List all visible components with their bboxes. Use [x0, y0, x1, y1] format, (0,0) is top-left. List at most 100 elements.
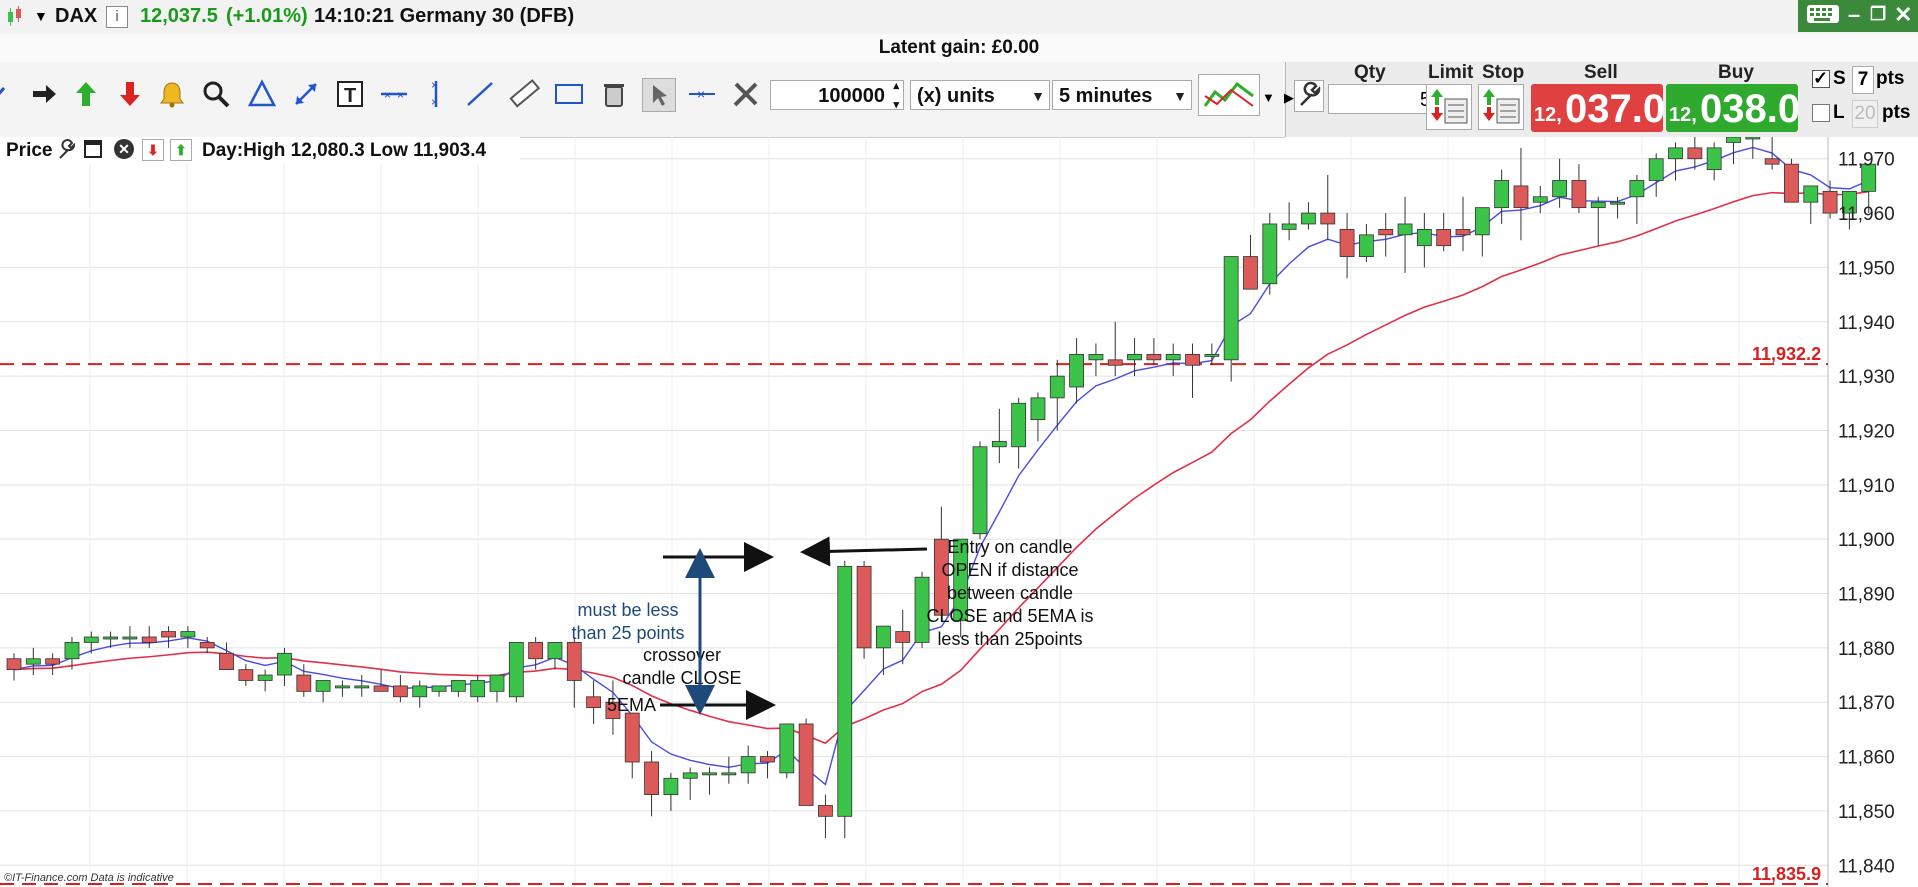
pointer-icon[interactable] [642, 78, 676, 112]
panel-arrow-icon[interactable]: ▶ [1284, 90, 1294, 106]
wrench-icon[interactable] [1294, 80, 1324, 112]
candle-body [508, 642, 524, 698]
candle-body [1223, 256, 1239, 361]
price-level-label: 11,932.2 [1752, 344, 1821, 364]
candle-body [354, 685, 370, 689]
arrow-down-icon[interactable] [114, 78, 146, 110]
arrow-entry [800, 536, 928, 567]
l-checkbox[interactable] [1812, 104, 1830, 122]
buy-label: Buy [1718, 62, 1754, 83]
s-points-field[interactable]: 7 [1852, 66, 1874, 94]
sell-label: Sell [1584, 62, 1618, 83]
crosshair-icon[interactable]: × [686, 78, 718, 110]
move-up-icon[interactable]: ⬆ [170, 139, 192, 161]
candle-chart-icon[interactable] [6, 6, 26, 28]
window-icon[interactable] [84, 140, 102, 158]
chart-type-icon[interactable] [1198, 74, 1260, 116]
candle-body [450, 680, 466, 692]
candle-body [392, 685, 408, 698]
price-axis: 11,840 11,850 11,860 11,870 11,880 11,890 11,9… [1838, 150, 1895, 878]
candle-body [644, 761, 659, 796]
text-tool-icon[interactable]: T [334, 78, 366, 110]
restore-icon[interactable]: ❐ [1870, 4, 1886, 25]
limit-label: Limit [1428, 62, 1474, 83]
candle-body [624, 712, 640, 763]
candle-body [1494, 180, 1510, 209]
drawing-toolbar: T × × × × × 100000 ▴ ▾ (x) units ▼ 5 minute… [0, 62, 1285, 138]
candle-body [1030, 397, 1046, 421]
units-select[interactable]: (x) units ▼ [910, 80, 1050, 110]
market-time: 14:10:21 Germany 30 (DFB) [314, 5, 575, 27]
deal-ticket: ▶ Qty 5 Limit Stop Sell 12, 037.0 Buy 12… [1284, 62, 1918, 137]
triangle-tool-icon[interactable] [246, 78, 278, 110]
candle-body [856, 565, 872, 649]
alert-bell-icon[interactable] [156, 78, 188, 110]
limit-order-icon[interactable] [1426, 84, 1472, 130]
chart-grid [0, 137, 1829, 887]
candle-body [1764, 158, 1780, 165]
rectangle-tool-icon[interactable] [552, 78, 584, 110]
candle-body [1629, 180, 1645, 198]
y-tick-label: 11,930 [1838, 367, 1895, 388]
candle-body [528, 642, 544, 660]
price-chart[interactable]: 11,932.2 11,835.9 11,840 11,850 11,860 11,87… [0, 137, 1918, 887]
candle-body [1185, 353, 1200, 366]
candle-body [45, 658, 61, 665]
s-checkbox[interactable]: ✓ [1812, 69, 1830, 88]
stepper-icon[interactable]: ▴ ▾ [893, 77, 899, 115]
magnifier-icon[interactable] [200, 78, 232, 110]
units-value: (x) units [917, 85, 995, 107]
quantity-field[interactable]: 100000 ▴ ▾ [770, 80, 904, 111]
instrument-name[interactable]: DAX [55, 5, 97, 28]
candle-body [161, 631, 176, 638]
l-points-field[interactable]: 20 [1852, 100, 1878, 128]
ruler-icon[interactable] [508, 78, 540, 110]
trendline-icon[interactable] [464, 78, 496, 110]
y-tick-label: 11,920 [1838, 421, 1895, 442]
candle-body [1243, 256, 1258, 290]
candle-body [489, 674, 505, 692]
close-circle-icon[interactable]: ✕ [114, 139, 134, 159]
line-tool-icon[interactable] [0, 78, 18, 110]
move-down-icon[interactable]: ⬇ [142, 139, 164, 161]
buy-button[interactable]: 12, 038.0 [1666, 84, 1800, 132]
l-unit: pts [1882, 102, 1911, 123]
candle-body [1822, 190, 1838, 214]
y-tick-label: 11,910 [1838, 476, 1895, 497]
candle-body [277, 652, 292, 676]
y-tick-label: 11,860 [1838, 748, 1895, 769]
chevron-down-icon: ▼ [1031, 88, 1045, 104]
chart-type-dropdown-icon[interactable]: ▼ [1262, 90, 1275, 105]
sell-button[interactable]: 12, 037.0 [1531, 84, 1665, 132]
candle-body [257, 674, 273, 681]
tools-icon[interactable] [730, 78, 762, 110]
y-tick-label: 11,950 [1838, 258, 1895, 279]
candle-body [1784, 163, 1799, 203]
candle-body [1359, 234, 1374, 257]
annotation-rule: than 25 points [571, 623, 684, 643]
stop-order-icon[interactable] [1478, 84, 1524, 130]
qty-field[interactable]: 5 [1328, 84, 1438, 114]
candle-body [199, 642, 215, 649]
menu-dropdown-icon[interactable]: ▼ [34, 8, 48, 24]
delete-bin-icon[interactable] [598, 78, 630, 110]
current-price: 12,037.5 [140, 5, 218, 27]
interval-select[interactable]: 5 minutes ▼ [1052, 80, 1192, 110]
candle-body [1011, 402, 1027, 448]
title-bar: ▼ DAX i 12,037.5 (+1.01%) 14:10:21 Germa… [0, 0, 1918, 35]
arrow-right-icon[interactable] [28, 78, 60, 110]
minimize-icon[interactable]: – [1848, 2, 1860, 28]
s-label: S [1833, 68, 1846, 89]
diagonal-arrow-icon[interactable] [290, 78, 322, 110]
candle-body [991, 440, 1007, 448]
candle-body [740, 756, 756, 774]
info-icon[interactable]: i [106, 6, 128, 28]
candle-body [1416, 228, 1432, 247]
wrench-icon[interactable] [56, 139, 78, 167]
arrow-up-icon[interactable] [70, 78, 102, 110]
horizontal-line-icon[interactable]: × × [378, 78, 410, 110]
vertical-line-icon[interactable]: × × [420, 78, 452, 110]
candle-body [470, 680, 486, 698]
keyboard-icon[interactable] [1806, 0, 1840, 34]
close-icon[interactable]: ✕ [1894, 2, 1912, 28]
